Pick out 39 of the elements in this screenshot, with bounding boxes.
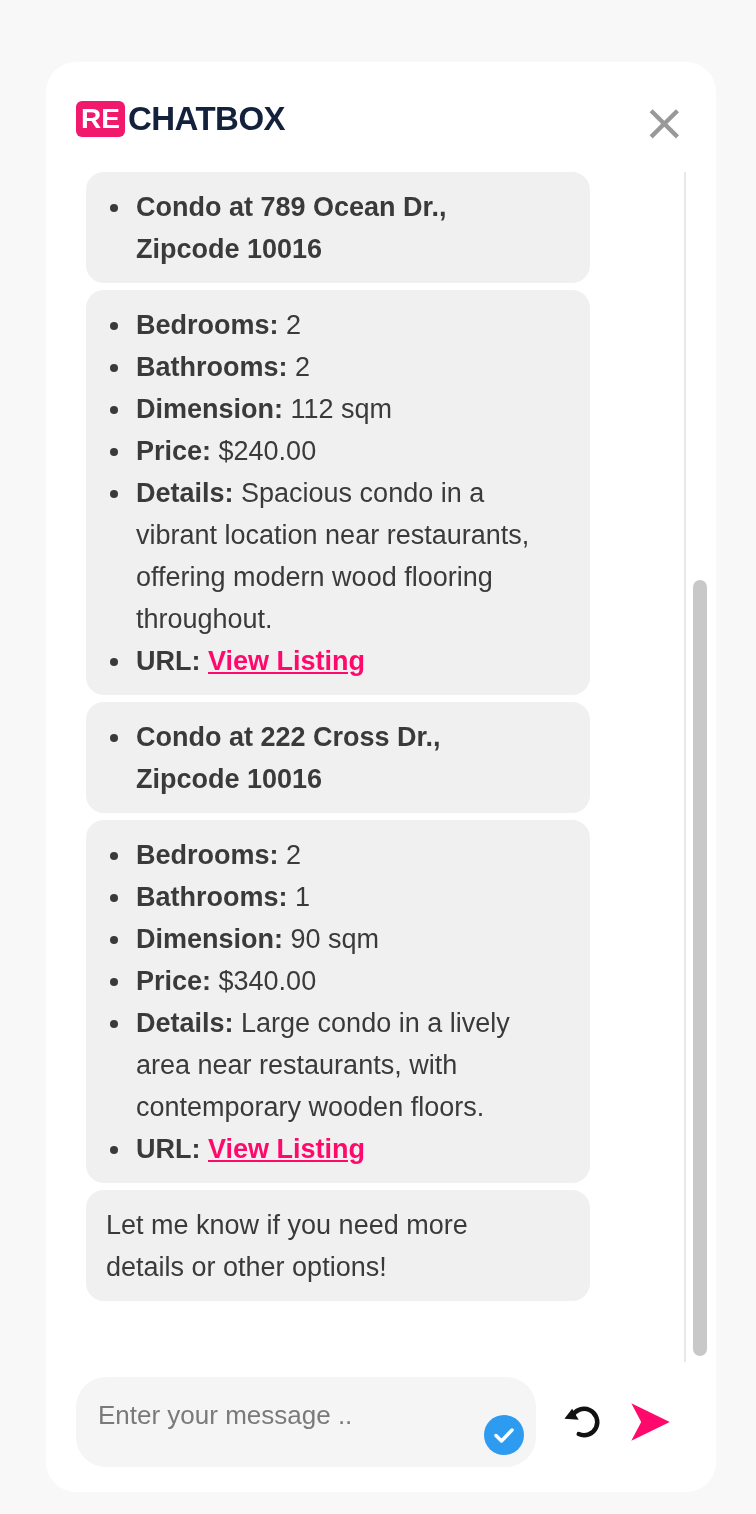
scrollbar-thumb[interactable] xyxy=(693,580,707,1356)
close-button[interactable]: × xyxy=(638,96,690,148)
bullet-icon xyxy=(110,322,118,330)
bullet-icon xyxy=(110,1146,118,1154)
list-item-text: Condo at 222 Cross Dr., Zipcode 10016 xyxy=(136,721,442,796)
list-item-text: Bedrooms: 2 xyxy=(136,309,302,342)
list-item-text: Bathrooms: 2 xyxy=(136,351,311,384)
message-input-field[interactable]: Enter your message .. xyxy=(76,1377,536,1467)
send-icon[interactable] xyxy=(628,1400,672,1444)
logo-mark: RE xyxy=(76,101,125,137)
bullet-icon xyxy=(110,936,118,944)
list-item-text: Dimension: 112 sqm xyxy=(136,393,393,426)
logo-text: CHATBOX xyxy=(127,100,286,138)
bullet-icon xyxy=(110,204,118,212)
bullet-icon xyxy=(110,658,118,666)
list-item-text: Price: $340.00 xyxy=(136,965,317,998)
check-icon xyxy=(484,1415,524,1455)
message-input[interactable]: Enter your message .. xyxy=(96,1398,484,1432)
view-listing-link[interactable]: View Listing xyxy=(208,1134,366,1164)
bullet-icon xyxy=(110,852,118,860)
list-item-text: URL: View Listing xyxy=(136,645,366,678)
list-item-text: Bedrooms: 2 xyxy=(136,839,302,872)
bullet-icon xyxy=(110,894,118,902)
bullet-icon xyxy=(110,1020,118,1028)
list-item-text: Condo at 789 Ocean Dr., Zipcode 10016 xyxy=(136,191,448,266)
bullet-icon xyxy=(110,364,118,372)
list-item-text: Details: Large condo in a lively area near restaurants, with contemporary wooden floors. xyxy=(136,1007,511,1124)
list-item-text: Details: Spacious condo in a vibrant location near restaurants, offering modern wood flooring throughout. xyxy=(136,477,531,636)
view-listing-link[interactable]: View Listing xyxy=(208,646,366,676)
list-item-text: URL: View Listing xyxy=(136,1133,366,1166)
list-item-text: Dimension: 90 sqm xyxy=(136,923,380,956)
message-text: Let me know if you need more details or other options! xyxy=(106,1210,468,1282)
bullet-icon xyxy=(110,448,118,456)
bullet-icon xyxy=(110,406,118,414)
list-item-text: Price: $240.00 xyxy=(136,435,317,468)
bullet-icon xyxy=(110,490,118,498)
bullet-icon xyxy=(110,734,118,742)
bullet-icon xyxy=(110,978,118,986)
list-item-text: Bathrooms: 1 xyxy=(136,881,311,914)
